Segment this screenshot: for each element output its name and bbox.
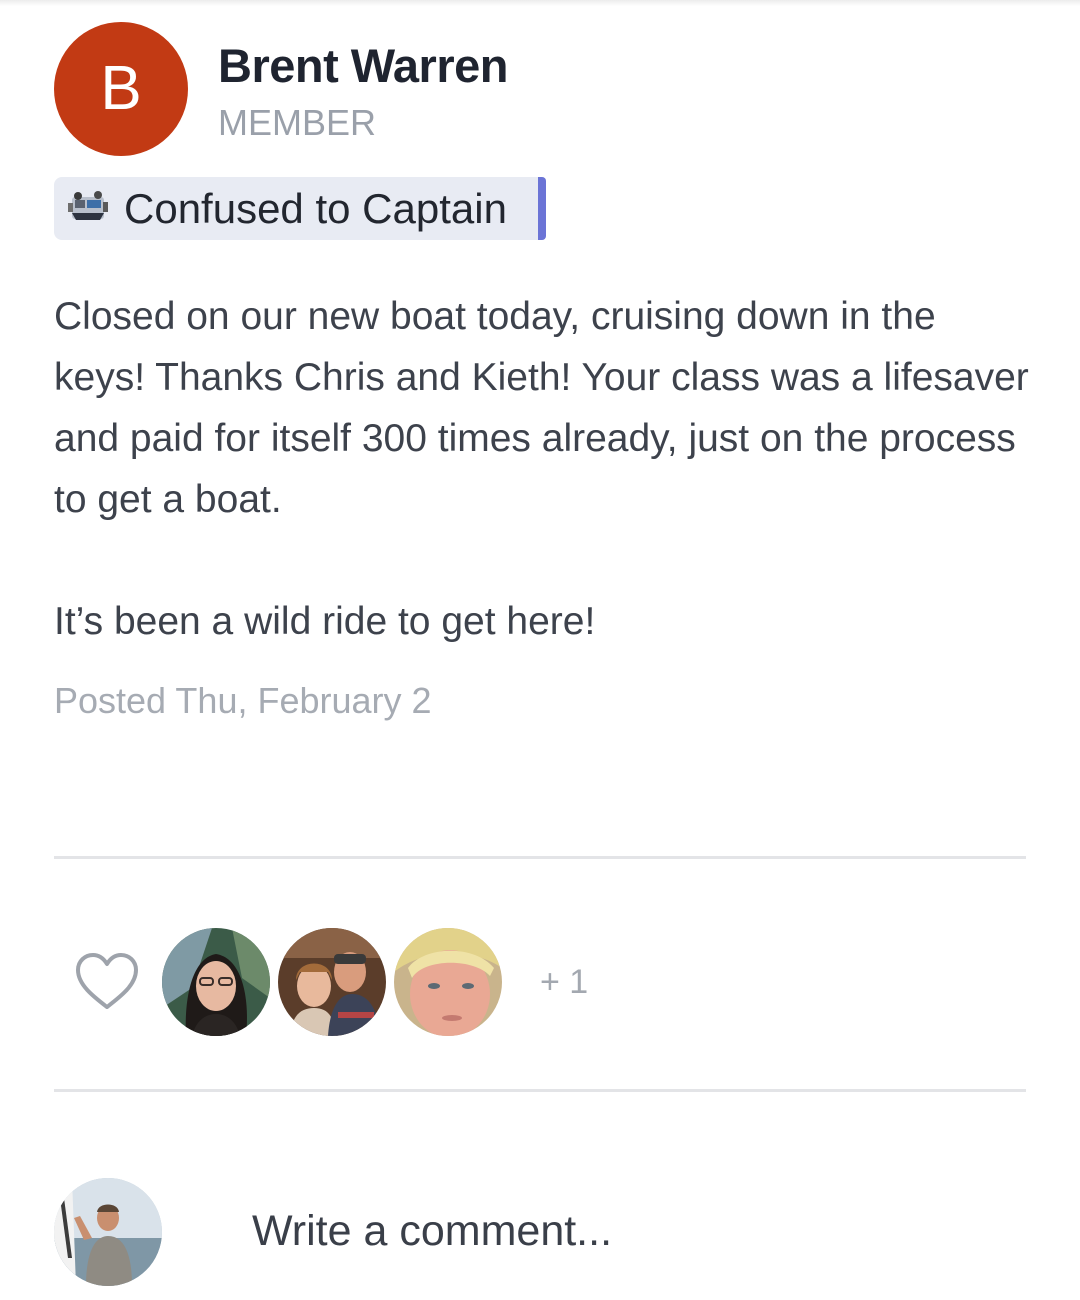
top-edge-shadow [0, 0, 1080, 6]
current-user-avatar [54, 1178, 162, 1286]
divider [54, 1089, 1026, 1092]
space-tag-label: Confused to Captain [124, 185, 507, 232]
post-paragraph: Closed on our new boat today, cruising d… [54, 295, 1029, 521]
heart-outline-icon[interactable] [74, 951, 140, 1011]
posted-date[interactable]: Posted Thu, February 2 [54, 680, 432, 722]
post-paragraph: It’s been a wild ride to get here! [54, 600, 596, 643]
boat-group-photo-icon [66, 189, 110, 229]
post-body: Closed on our new boat today, cruising d… [54, 286, 1034, 652]
author-role-badge: MEMBER [218, 102, 377, 143]
more-likers-count[interactable]: + 1 [540, 963, 588, 1002]
liker-avatar[interactable] [162, 928, 270, 1036]
author-initial: B [100, 54, 142, 123]
liker-avatar[interactable] [278, 928, 386, 1036]
comment-composer [54, 1178, 1040, 1288]
liker-avatar[interactable] [394, 928, 502, 1036]
tag-accent-bar [538, 177, 546, 240]
author-name[interactable]: Brent Warren [218, 38, 508, 93]
divider [54, 856, 1026, 859]
space-tag-chip[interactable]: Confused to Captain [54, 177, 546, 240]
post-header: B Brent Warren MEMBER [54, 20, 1026, 160]
comment-input[interactable] [244, 1196, 1040, 1266]
reactions-row: + 1 [54, 925, 1026, 1037]
author-avatar[interactable]: B [54, 22, 188, 156]
